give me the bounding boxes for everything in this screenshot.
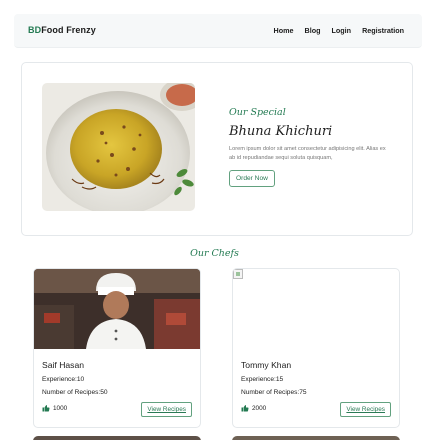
chef-photo-image bbox=[34, 269, 200, 349]
order-now-button[interactable]: Order Now bbox=[229, 170, 275, 188]
chef-likes: 2000 bbox=[241, 404, 266, 412]
special-label: Our Special bbox=[229, 107, 286, 118]
chef-recipe-count: Number of Recipes:75 bbox=[241, 389, 307, 396]
chef-likes: 1000 bbox=[42, 404, 67, 412]
nav-blog-link[interactable]: Blog bbox=[305, 26, 321, 35]
chefs-section-title: Our Chefs bbox=[190, 248, 239, 259]
nav-registration-link[interactable]: Registration bbox=[362, 26, 404, 35]
chef-card-partial bbox=[232, 436, 400, 440]
chef-card-partial bbox=[33, 436, 201, 440]
brand-accent: BD bbox=[28, 25, 42, 35]
chef-photo bbox=[233, 269, 399, 349]
navbar: BDFood Frenzy Home Blog Login Registrati… bbox=[14, 14, 422, 48]
chef-photo bbox=[34, 269, 200, 349]
chef-name: Tommy Khan bbox=[241, 360, 292, 370]
chef-likes-count: 1000 bbox=[53, 404, 68, 412]
nav-links: Home Blog Login Registration bbox=[274, 26, 404, 35]
view-recipes-button[interactable]: View Recipes bbox=[340, 402, 391, 417]
chef-recipe-count: Number of Recipes:50 bbox=[42, 389, 108, 396]
special-description: Lorem ipsum dolor sit amet consectetur a… bbox=[229, 146, 386, 161]
special-text: Our Special Bhuna Khichuri Lorem ipsum d… bbox=[229, 107, 399, 188]
chef-experience: Experience:15 bbox=[241, 376, 284, 383]
thumbs-up-icon bbox=[241, 405, 249, 412]
special-dish-image bbox=[42, 83, 195, 211]
food-plate-image bbox=[42, 83, 195, 211]
special-card: Our Special Bhuna Khichuri Lorem ipsum d… bbox=[21, 62, 413, 236]
broken-image-icon bbox=[233, 269, 243, 279]
special-title: Bhuna Khichuri bbox=[229, 124, 333, 139]
thumbs-up-icon bbox=[42, 405, 50, 412]
nav-home-link[interactable]: Home bbox=[274, 26, 294, 35]
chef-card: Tommy Khan Experience:15 Number of Recip… bbox=[232, 268, 400, 428]
chef-name: Saif Hasan bbox=[42, 360, 85, 370]
chef-card: Saif Hasan Experience:10 Number of Recip… bbox=[33, 268, 201, 428]
page: BDFood Frenzy Home Blog Login Registrati… bbox=[0, 0, 429, 440]
brand-name: Food Frenzy bbox=[41, 25, 96, 35]
chef-experience: Experience:10 bbox=[42, 376, 85, 383]
view-recipes-button[interactable]: View Recipes bbox=[141, 402, 192, 417]
chef-likes-count: 2000 bbox=[252, 404, 267, 412]
brand-logo[interactable]: BDFood Frenzy bbox=[28, 25, 96, 35]
nav-login-link[interactable]: Login bbox=[332, 26, 352, 35]
